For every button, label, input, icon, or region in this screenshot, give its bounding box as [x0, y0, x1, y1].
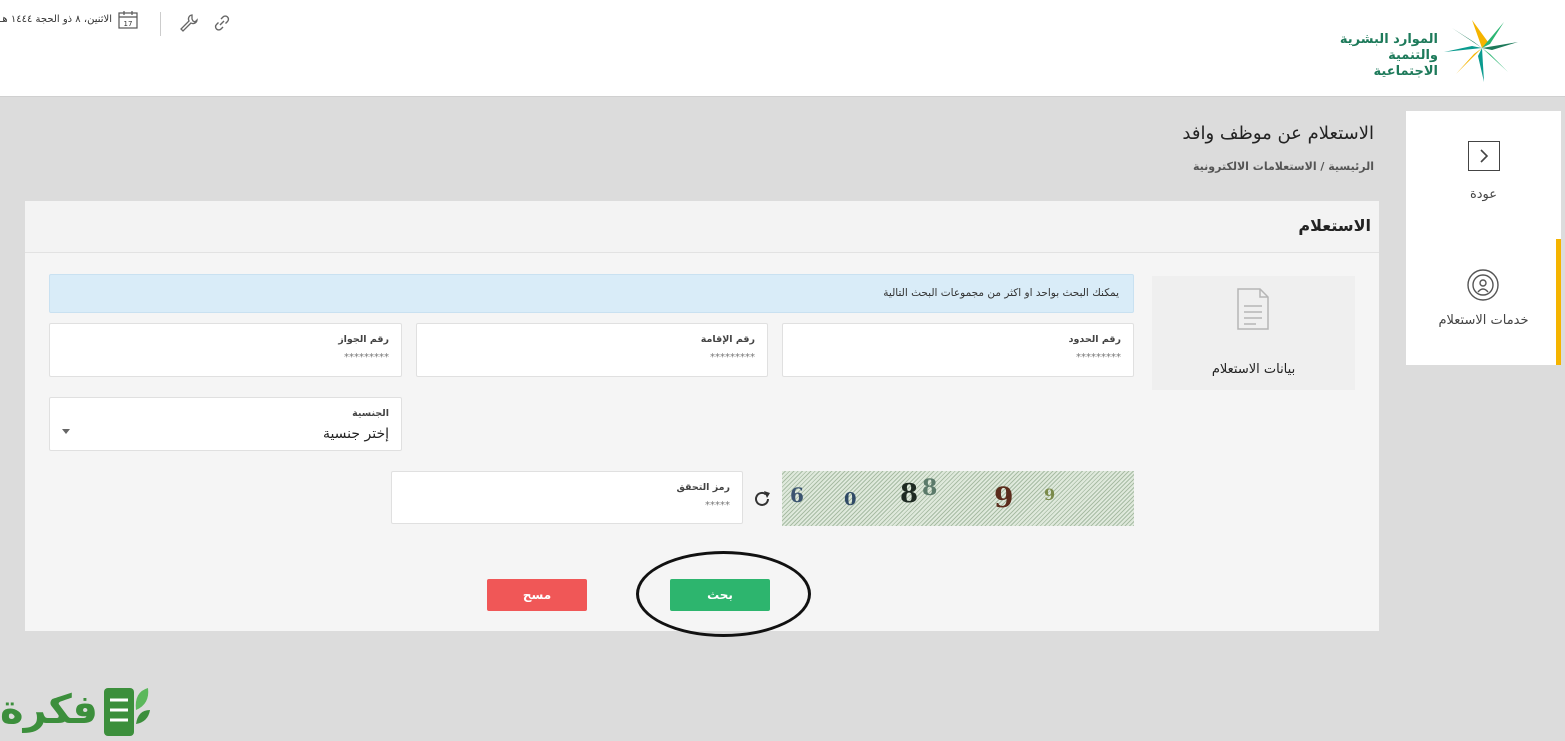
border-number-label: رقم الحدود: [1068, 334, 1121, 345]
sidebar: عودة خدمات الاستعلام: [1406, 111, 1561, 365]
passport-number-input[interactable]: [62, 352, 389, 363]
hijri-date: الاثنين، ٨ ذو الحجة ١٤٤٤ هـ: [0, 14, 112, 25]
inquiry-info-label: بيانات الاستعلام: [1211, 362, 1296, 377]
link-icon[interactable]: [212, 13, 232, 33]
page-title: الاستعلام عن موظف وافد: [1182, 123, 1374, 144]
inquiry-card: الاستعلام بيانات الاستعلام يمكنك البحث ب…: [25, 201, 1379, 631]
captcha-image: 6 0 8 8 9 9: [782, 471, 1134, 526]
logo-text-line2: والتنمية الاجتماعية: [1373, 48, 1438, 79]
logo-text: الموارد البشرية والتنمية الاجتماعية: [1320, 32, 1438, 80]
nationality-value: إختر جنسية: [322, 426, 389, 442]
captcha-code-field[interactable]: رمز التحقق: [391, 471, 743, 524]
document-icon: [1237, 288, 1269, 330]
border-number-input[interactable]: [795, 352, 1121, 363]
calendar-day: 17: [124, 20, 133, 28]
captcha-char-5: 9: [994, 481, 1014, 514]
breadcrumb[interactable]: الرئيسية / الاستعلامات الالكترونية: [1193, 160, 1374, 173]
alert-text: يمكنك البحث بواحد او اكثر من مجموعات الب…: [883, 287, 1119, 299]
back-label: عودة: [1469, 187, 1498, 202]
refresh-icon[interactable]: [752, 488, 772, 510]
sidebar-item-inquiry-services[interactable]: خدمات الاستعلام: [1406, 239, 1561, 365]
active-indicator: [1556, 239, 1561, 365]
top-header: الموارد البشرية والتنمية الاجتماعية الاث…: [0, 0, 1565, 97]
iqama-number-input[interactable]: [429, 352, 755, 363]
nationality-select[interactable]: الجنسية إختر جنسية: [49, 397, 402, 451]
watermark-logo: فكرة: [0, 678, 155, 741]
book-leaf-icon: [104, 688, 150, 736]
captcha-char-2: 0: [844, 489, 857, 510]
services-label: خدمات الاستعلام: [1438, 313, 1529, 328]
clear-button[interactable]: مسح: [487, 579, 587, 611]
border-number-field[interactable]: رقم الحدود: [782, 323, 1134, 377]
captcha-code-label: رمز التحقق: [676, 482, 730, 493]
logo-star-icon: [1444, 20, 1518, 82]
calendar-icon[interactable]: 17: [118, 10, 138, 29]
captcha-code-input[interactable]: [404, 500, 730, 511]
back-button[interactable]: عودة: [1406, 111, 1561, 231]
ministry-logo[interactable]: الموارد البشرية والتنمية الاجتماعية: [1320, 12, 1525, 84]
captcha-char-1: 6: [790, 483, 804, 507]
card-title: الاستعلام: [1298, 216, 1371, 235]
broadcast-user-icon: [1467, 269, 1499, 301]
captcha-char-3: 8: [900, 479, 919, 509]
header-divider: [160, 12, 161, 36]
search-button[interactable]: بحث: [670, 579, 770, 611]
wrench-icon[interactable]: [179, 13, 199, 33]
passport-number-label: رقم الجواز: [338, 334, 389, 345]
card-header: الاستعلام: [25, 201, 1379, 253]
watermark-text: فكرة: [0, 687, 98, 733]
iqama-number-field[interactable]: رقم الإقامة: [416, 323, 768, 377]
chevron-right-icon: [1468, 141, 1500, 171]
passport-number-field[interactable]: رقم الجواز: [49, 323, 402, 377]
captcha-char-4: 8: [922, 475, 938, 501]
info-alert: يمكنك البحث بواحد او اكثر من مجموعات الب…: [49, 274, 1134, 313]
inquiry-info-panel: بيانات الاستعلام: [1152, 276, 1355, 390]
caret-down-icon: [62, 429, 70, 434]
nationality-label: الجنسية: [352, 408, 389, 419]
captcha-char-6: 9: [1044, 485, 1056, 504]
iqama-number-label: رقم الإقامة: [700, 334, 755, 345]
logo-text-line1: الموارد البشرية: [1339, 32, 1438, 47]
